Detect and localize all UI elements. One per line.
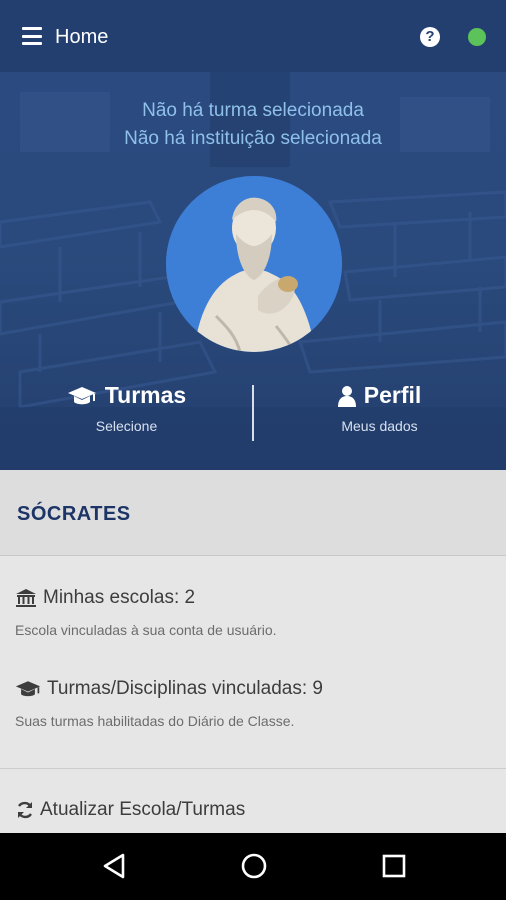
- schools-count-label: Minhas escolas: 2: [43, 587, 196, 608]
- graduation-cap-icon: [15, 681, 41, 697]
- turmas-button[interactable]: Turmas Selecione: [0, 382, 253, 434]
- recents-square-icon[interactable]: [379, 851, 409, 881]
- user-name-bar: SÓCRATES: [0, 470, 506, 556]
- refresh-label: Atualizar Escola/Turmas: [40, 799, 246, 820]
- help-circle-icon[interactable]: ?: [420, 27, 440, 47]
- socrates-statue-image: [166, 176, 342, 352]
- refresh-icon: [17, 801, 33, 819]
- back-triangle-icon[interactable]: [99, 851, 129, 881]
- section-divider: [0, 768, 506, 769]
- hero-panel: Não há turma selecionada Não há institui…: [0, 72, 506, 470]
- turmas-subtitle: Selecione: [95, 418, 158, 434]
- classes-info: Turmas/Disciplinas vinculadas: 9 Suas tu…: [15, 678, 495, 729]
- perfil-label: Perfil: [363, 382, 422, 408]
- refresh-schools-classes-button[interactable]: Atualizar Escola/Turmas: [15, 799, 245, 821]
- app-title: Home: [55, 26, 109, 48]
- user-name: SÓCRATES: [17, 503, 131, 525]
- hamburger-menu-icon[interactable]: [22, 27, 42, 45]
- system-navigation-bar: [0, 833, 506, 900]
- home-circle-icon[interactable]: [239, 851, 269, 881]
- profile-avatar: [166, 176, 342, 352]
- no-institution-selected-notice: Não há instituição selecionada: [124, 128, 382, 149]
- perfil-button[interactable]: Perfil Meus dados: [253, 382, 506, 434]
- connection-status-indicator: [468, 28, 486, 46]
- graduation-cap-icon: [67, 386, 96, 404]
- app-bar: Home ?: [0, 0, 506, 72]
- schools-info: Minhas escolas: 2 Escola vinculadas à su…: [15, 587, 495, 638]
- perfil-subtitle: Meus dados: [341, 418, 418, 434]
- classes-description: Suas turmas habilitadas do Diário de Cla…: [15, 713, 295, 729]
- classes-count-label: Turmas/Disciplinas vinculadas: 9: [47, 678, 323, 699]
- institution-icon: [16, 589, 36, 607]
- schools-description: Escola vinculadas à sua conta de usuário…: [15, 622, 277, 638]
- no-class-selected-notice: Não há turma selecionada: [142, 100, 364, 121]
- turmas-label: Turmas: [104, 382, 187, 408]
- user-icon: [337, 385, 356, 407]
